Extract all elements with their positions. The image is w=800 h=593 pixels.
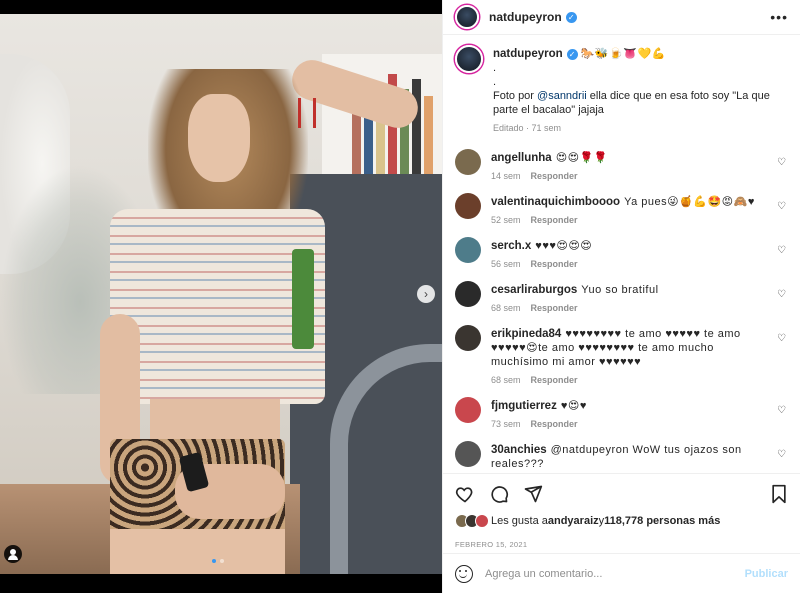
commenter-avatar[interactable] xyxy=(455,441,481,467)
instagram-post-modal: › natdupeyron ✓ ••• natdupeyron ✓ 🐎🐝🍺👅💛💪 … xyxy=(0,0,800,593)
likes-summary: Les gusta a andyaraiz y 118,778 personas… xyxy=(455,514,788,528)
add-comment-bar: Publicar xyxy=(443,553,800,593)
reply-button[interactable]: Responder xyxy=(531,419,578,429)
commenter-avatar[interactable] xyxy=(455,193,481,219)
post-header: natdupeyron ✓ ••• xyxy=(443,0,800,35)
post-caption: natdupeyron ✓ 🐎🐝🍺👅💛💪 . . Foto por @sanndr… xyxy=(455,45,788,135)
photo-image xyxy=(0,14,442,574)
commenter-username[interactable]: erikpineda84 xyxy=(491,328,561,340)
reply-button[interactable]: Responder xyxy=(531,375,578,385)
comment-item: 30anchies @natdupeyron WoW tus ojazos son… xyxy=(455,441,788,471)
commenter-username[interactable]: serch.x xyxy=(491,240,531,252)
commenter-avatar[interactable] xyxy=(455,149,481,175)
comment-item: fjmgutierrez ♥😍♥ 73 sem Responder ♡ xyxy=(455,397,788,431)
likes-avatars xyxy=(455,514,489,528)
emoji-picker-icon[interactable] xyxy=(455,564,473,583)
likes-username[interactable]: andyaraiz xyxy=(548,515,599,527)
more-options-icon[interactable]: ••• xyxy=(770,9,788,25)
verified-badge-icon: ✓ xyxy=(566,49,578,60)
comment-text: Yuo so bratiful xyxy=(581,284,659,296)
carousel-dot xyxy=(220,559,224,563)
bookmark-icon[interactable] xyxy=(770,484,788,504)
commenter-avatar[interactable] xyxy=(455,281,481,307)
tagged-users-icon[interactable] xyxy=(4,545,22,563)
comment-item: erikpineda84 ♥♥♥♥♥♥♥♥ te amo ♥♥♥♥♥ te amo… xyxy=(455,325,788,387)
heart-icon[interactable] xyxy=(455,484,475,504)
comment-like-heart-icon[interactable]: ♡ xyxy=(777,157,786,168)
caption-meta: Editado · 71 sem xyxy=(493,123,562,133)
comment-item: serch.x ♥♥♥😍😍😍 56 sem Responder ♡ xyxy=(455,237,788,271)
caption-mention[interactable]: @sanndrii xyxy=(537,90,587,102)
post-photo: › xyxy=(0,0,442,593)
comment-text: ♥♥♥😍😍😍 xyxy=(535,240,593,252)
comments-list: natdupeyron ✓ 🐎🐝🍺👅💛💪 . . Foto por @sanndr… xyxy=(443,35,800,473)
comment-like-heart-icon[interactable]: ♡ xyxy=(777,201,786,212)
reply-button[interactable]: Responder xyxy=(531,215,578,225)
likes-count[interactable]: 118,778 personas más xyxy=(604,515,720,527)
commenter-username[interactable]: fjmgutierrez xyxy=(491,400,557,412)
comment-item: cesarliraburgos Yuo so bratiful 68 sem Resp… xyxy=(455,281,788,315)
comment-time[interactable]: 52 sem xyxy=(491,215,521,225)
comment-input[interactable] xyxy=(485,567,745,580)
post-actions: Les gusta a andyaraiz y 118,778 personas… xyxy=(443,473,800,553)
comment-text: Ya pues😜🍯💪🤩😡🙈♥ xyxy=(624,196,755,208)
reply-button[interactable]: Responder xyxy=(531,303,578,313)
caption-line: . xyxy=(493,76,497,88)
comment-text: 😍😍🌹🌹 xyxy=(555,152,609,164)
reply-button[interactable]: Responder xyxy=(531,171,578,181)
comment-item: angellunha 😍😍🌹🌹 14 sem Responder ♡ xyxy=(455,149,788,183)
share-icon[interactable] xyxy=(523,484,543,504)
caption-emojis: 🐎🐝🍺👅💛💪 xyxy=(580,48,666,60)
comment-time[interactable]: 68 sem xyxy=(491,375,521,385)
publish-button[interactable]: Publicar xyxy=(745,568,788,580)
commenter-avatar[interactable] xyxy=(455,397,481,423)
comment-like-heart-icon[interactable]: ♡ xyxy=(777,405,786,416)
next-image-arrow-icon[interactable]: › xyxy=(417,285,435,303)
comment-like-heart-icon[interactable]: ♡ xyxy=(777,333,786,344)
verified-badge-icon: ✓ xyxy=(565,11,577,23)
carousel-dot-active xyxy=(212,559,216,563)
commenter-avatar[interactable] xyxy=(455,237,481,263)
comment-like-heart-icon[interactable]: ♡ xyxy=(777,449,786,460)
comment-icon[interactable] xyxy=(489,484,509,504)
comment-time[interactable]: 68 sem xyxy=(491,303,521,313)
commenter-username[interactable]: angellunha xyxy=(491,152,552,164)
post-date[interactable]: FEBRERO 15, 2021 xyxy=(455,540,788,549)
commenter-avatar[interactable] xyxy=(455,325,481,351)
caption-author-avatar[interactable] xyxy=(455,45,483,73)
comment-time[interactable]: 56 sem xyxy=(491,259,521,269)
caption-text: Foto por @sanndrii ella dice que en esa … xyxy=(493,90,770,116)
author-username[interactable]: natdupeyron xyxy=(489,10,562,24)
comment-like-heart-icon[interactable]: ♡ xyxy=(777,245,786,256)
caption-line: . xyxy=(493,62,497,74)
comment-text: ♥😍♥ xyxy=(560,400,587,412)
author-avatar[interactable] xyxy=(455,5,479,29)
comment-time[interactable]: 73 sem xyxy=(491,419,521,429)
comment-item: valentinaquichimboooo Ya pues😜🍯💪🤩😡🙈♥ 52 se… xyxy=(455,193,788,227)
post-side-panel: natdupeyron ✓ ••• natdupeyron ✓ 🐎🐝🍺👅💛💪 . … xyxy=(442,0,800,593)
commenter-username[interactable]: cesarliraburgos xyxy=(491,284,577,296)
commenter-username[interactable]: 30anchies xyxy=(491,444,547,456)
commenter-username[interactable]: valentinaquichimboooo xyxy=(491,196,620,208)
caption-author-username[interactable]: natdupeyron xyxy=(493,48,563,60)
reply-button[interactable]: Responder xyxy=(531,259,578,269)
carousel-indicator xyxy=(212,559,224,563)
comment-time[interactable]: 14 sem xyxy=(491,171,521,181)
comment-like-heart-icon[interactable]: ♡ xyxy=(777,289,786,300)
